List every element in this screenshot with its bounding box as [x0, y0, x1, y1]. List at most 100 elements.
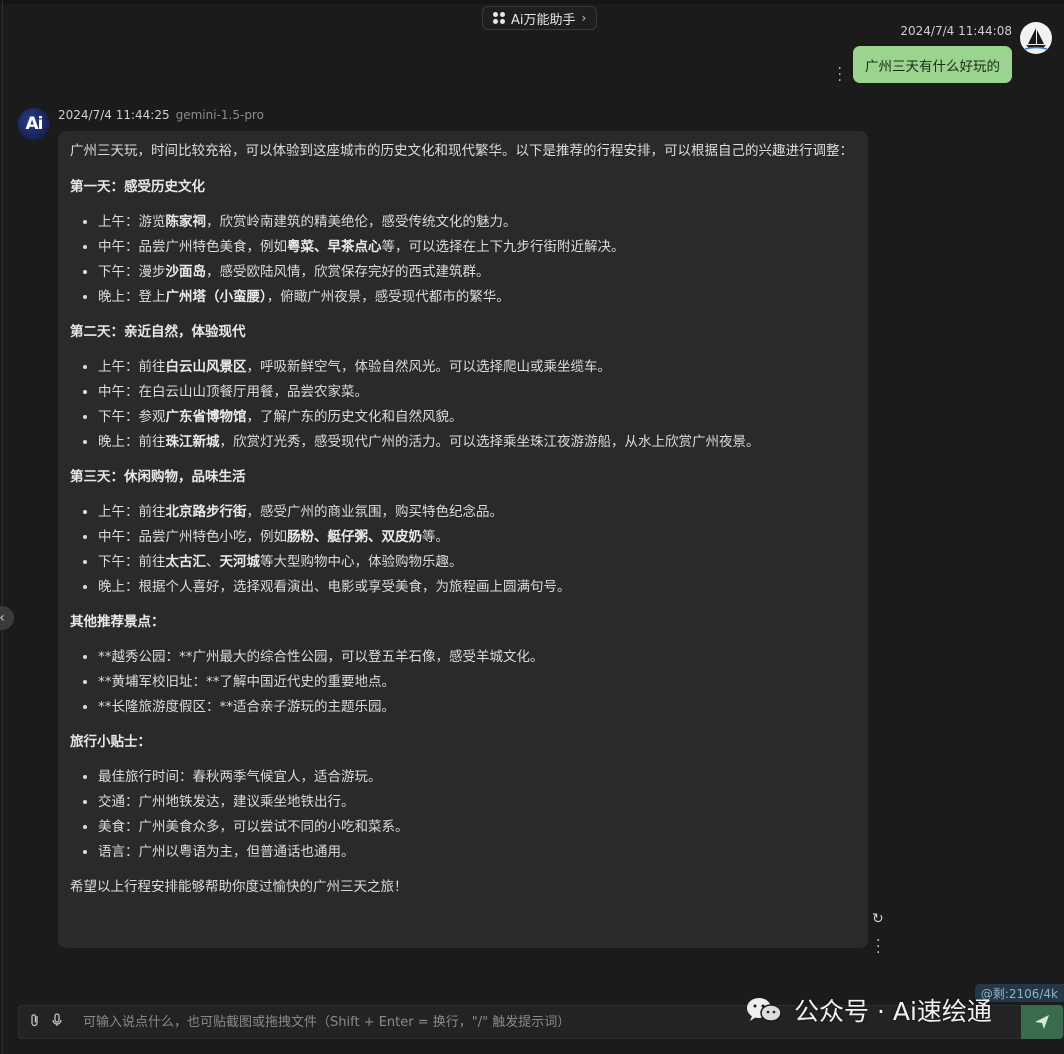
- list-item: 中午：在白云山山顶餐厅用餐，品尝农家菜。: [98, 380, 856, 405]
- ai-avatar-text: Ai: [25, 114, 44, 134]
- item-text: 美食：广州美食众多，可以尝试不同的小吃和菜系。: [98, 819, 409, 835]
- item-text: 上午：前往: [98, 359, 166, 375]
- paperclip-icon[interactable]: [25, 1013, 45, 1031]
- item-text: 等。: [422, 529, 449, 545]
- section-list: 上午：游览陈家祠，欣赏岭南建筑的精美绝伦，感受传统文化的魅力。中午：品尝广州特色…: [70, 210, 856, 310]
- section-list: **越秀公园：**广州最大的综合性公园，可以登五羊石像，感受羊城文化。 **黄埔军…: [70, 645, 856, 720]
- item-text: 下午：漫步: [98, 264, 166, 280]
- item-text: 上午：前往: [98, 504, 166, 520]
- microphone-icon[interactable]: [47, 1013, 67, 1031]
- list-item: **长隆旅游度假区：**适合亲子游玩的主题乐园。: [98, 695, 856, 720]
- list-item: 最佳旅行时间：春秋两季气候宜人，适合游玩。: [98, 765, 856, 790]
- item-highlight: 广东省博物馆: [165, 409, 247, 425]
- item-highlight: 天河城: [219, 554, 261, 570]
- list-item: 上午：前往白云山风景区，呼吸新鲜空气，体验自然风光。可以选择爬山或乘坐缆车。: [98, 355, 856, 380]
- item-text: ，了解广东的历史文化和自然风貌。: [246, 409, 463, 425]
- send-button[interactable]: [1021, 1005, 1063, 1039]
- list-item: 晚上：根据个人喜好，选择观看演出、电影或享受美食，为旅程画上圆满句号。: [98, 575, 856, 600]
- section-title: 第三天：休闲购物，品味生活: [70, 469, 246, 485]
- ai-closing: 希望以上行程安排能够帮助你度过愉快的广州三天之旅！: [70, 879, 408, 895]
- item-text: 晚上：前往: [98, 434, 166, 450]
- list-item: 语言：广州以粤语为主，但普通话也通用。: [98, 840, 856, 865]
- list-item: 中午：品尝广州特色美食，例如粤菜、早茶点心等，可以选择在上下九步行街附近解决。: [98, 235, 856, 260]
- ai-message-meta: 2024/7/4 11:44:25 gemini-1.5-pro: [58, 108, 264, 122]
- item-text: 等大型购物中心，体验购物乐趣。: [260, 554, 463, 570]
- watermark-text: 公众号 · Ai速绘通: [794, 997, 992, 1026]
- section-title: 其他推荐景点：: [70, 614, 165, 630]
- item-text: 中午：在白云山山顶餐厅用餐，品尝农家菜。: [98, 384, 368, 400]
- list-item: 晚上：前往珠江新城，欣赏灯光秀，感受现代广州的活力。可以选择乘坐珠江夜游游船，从…: [98, 430, 856, 455]
- item-highlight: 太古汇: [165, 554, 207, 570]
- refresh-icon[interactable]: ↻: [872, 911, 884, 927]
- collapse-sidebar-button[interactable]: ‹: [0, 606, 14, 630]
- model-name: gemini-1.5-pro: [175, 108, 264, 122]
- list-item: 下午：前往太古汇、天河城等大型购物中心，体验购物乐趣。: [98, 550, 856, 575]
- item-text: ，呼吸新鲜空气，体验自然风光。可以选择爬山或乘坐缆车。: [246, 359, 612, 375]
- list-item: 上午：游览陈家祠，欣赏岭南建筑的精美绝伦，感受传统文化的魅力。: [98, 210, 856, 235]
- list-item: 上午：前往北京路步行街，感受广州的商业氛围，购买特色纪念品。: [98, 500, 856, 525]
- item-highlight: 珠江新城: [165, 434, 220, 450]
- assistant-selector[interactable]: Ai万能助手 ›: [482, 6, 598, 30]
- item-text: ，欣赏岭南建筑的精美绝伦，感受传统文化的魅力。: [206, 214, 517, 230]
- item-text: ，感受广州的商业氛围，购买特色纪念品。: [246, 504, 504, 520]
- assistant-name: Ai万能助手: [511, 12, 576, 28]
- more-vertical-icon[interactable]: · · ·: [876, 934, 880, 960]
- grid-icon: [493, 12, 505, 24]
- wechat-icon: [747, 998, 782, 1022]
- list-item: 晚上：登上广州塔（小蛮腰），俯瞰广州夜景，感受现代都市的繁华。: [98, 285, 856, 310]
- sailboat-icon: [1024, 28, 1048, 50]
- item-text: 晚上：根据个人喜好，选择观看演出、电影或享受美食，为旅程画上圆满句号。: [98, 579, 571, 595]
- item-text: ，感受欧陆风情，欣赏保存完好的西式建筑群。: [206, 264, 490, 280]
- item-text: 中午：品尝广州特色小吃，例如: [98, 529, 287, 545]
- ai-intro: 广州三天玩，时间比较充裕，可以体验到这座城市的历史文化和现代繁华。以下是推荐的行…: [70, 143, 853, 159]
- section-list: 上午：前往白云山风景区，呼吸新鲜空气，体验自然风光。可以选择爬山或乘坐缆车。中午…: [70, 355, 856, 455]
- list-item: 中午：品尝广州特色小吃，例如肠粉、艇仔粥、双皮奶等。: [98, 525, 856, 550]
- itinerary-sections: 第一天：感受历史文化上午：游览陈家祠，欣赏岭南建筑的精美绝伦，感受传统文化的魅力…: [70, 176, 856, 865]
- item-highlight: 肠粉、艇仔粥、双皮奶: [287, 529, 422, 545]
- section-title: 第一天：感受历史文化: [70, 179, 205, 195]
- send-icon: [1035, 1015, 1049, 1029]
- chevron-left-icon: ‹: [0, 610, 5, 626]
- item-text: **黄埔军校旧址：**了解中国近代史的重要地点。: [98, 674, 395, 690]
- more-vertical-icon[interactable]: · · ·: [838, 62, 842, 88]
- item-text: 上午：游览: [98, 214, 166, 230]
- ai-avatar: Ai: [18, 108, 50, 140]
- item-text: 晚上：登上: [98, 289, 166, 305]
- section-title: 旅行小贴士：: [70, 734, 151, 750]
- section-list: 上午：前往北京路步行街，感受广州的商业氛围，购买特色纪念品。中午：品尝广州特色小…: [70, 500, 856, 600]
- list-item: 下午：漫步沙面岛，感受欧陆风情，欣赏保存完好的西式建筑群。: [98, 260, 856, 285]
- list-item: **黄埔军校旧址：**了解中国近代史的重要地点。: [98, 670, 856, 695]
- item-text: **长隆旅游度假区：**适合亲子游玩的主题乐园。: [98, 699, 395, 715]
- ai-message-bubble: 广州三天玩，时间比较充裕，可以体验到这座城市的历史文化和现代繁华。以下是推荐的行…: [58, 131, 868, 948]
- item-text: 下午：前往: [98, 554, 166, 570]
- item-text: 最佳旅行时间：春秋两季气候宜人，适合游玩。: [98, 769, 382, 785]
- section-title: 第二天：亲近自然，体验现代: [70, 324, 246, 340]
- item-highlight: 北京路步行街: [165, 504, 247, 520]
- watermark: 公众号 · Ai速绘通: [744, 992, 992, 1028]
- user-message-text: 广州三天有什么好玩的: [865, 58, 1000, 75]
- list-item: 下午：参观广东省博物馆，了解广东的历史文化和自然风貌。: [98, 405, 856, 430]
- item-text: 下午：参观: [98, 409, 166, 425]
- item-text: ，俯瞰广州夜景，感受现代都市的繁华。: [266, 289, 510, 305]
- item-text: ，欣赏灯光秀，感受现代广州的活力。可以选择乘坐珠江夜游游船，从水上欣赏广州夜景。: [219, 434, 760, 450]
- list-item: 交通：广州地铁发达，建议乘坐地铁出行。: [98, 790, 856, 815]
- user-message-bubble: 广州三天有什么好玩的: [853, 46, 1012, 83]
- item-highlight: 粤菜、早茶点心: [287, 239, 382, 255]
- item-text: 、: [206, 554, 220, 570]
- user-avatar[interactable]: [1020, 22, 1052, 54]
- ai-message-timestamp: 2024/7/4 11:44:25: [58, 108, 170, 122]
- section-list: 最佳旅行时间：春秋两季气候宜人，适合游玩。交通：广州地铁发达，建议乘坐地铁出行。…: [70, 765, 856, 865]
- chevron-right-icon: ›: [581, 11, 587, 25]
- item-text: 交通：广州地铁发达，建议乘坐地铁出行。: [98, 794, 355, 810]
- item-highlight: 白云山风景区: [165, 359, 247, 375]
- item-text: 语言：广州以粤语为主，但普通话也通用。: [98, 844, 355, 860]
- item-text: **越秀公园：**广州最大的综合性公园，可以登五羊石像，感受羊城文化。: [98, 649, 544, 665]
- list-item: **越秀公园：**广州最大的综合性公园，可以登五羊石像，感受羊城文化。: [98, 645, 856, 670]
- list-item: 美食：广州美食众多，可以尝试不同的小吃和菜系。: [98, 815, 856, 840]
- item-highlight: 陈家祠: [165, 214, 207, 230]
- top-border: [0, 0, 1064, 4]
- item-text: 等，可以选择在上下九步行街附近解决。: [381, 239, 625, 255]
- item-text: 中午：品尝广州特色美食，例如: [98, 239, 287, 255]
- item-highlight: 广州塔（小蛮腰）: [165, 289, 267, 305]
- user-message-timestamp: 2024/7/4 11:44:08: [900, 24, 1012, 38]
